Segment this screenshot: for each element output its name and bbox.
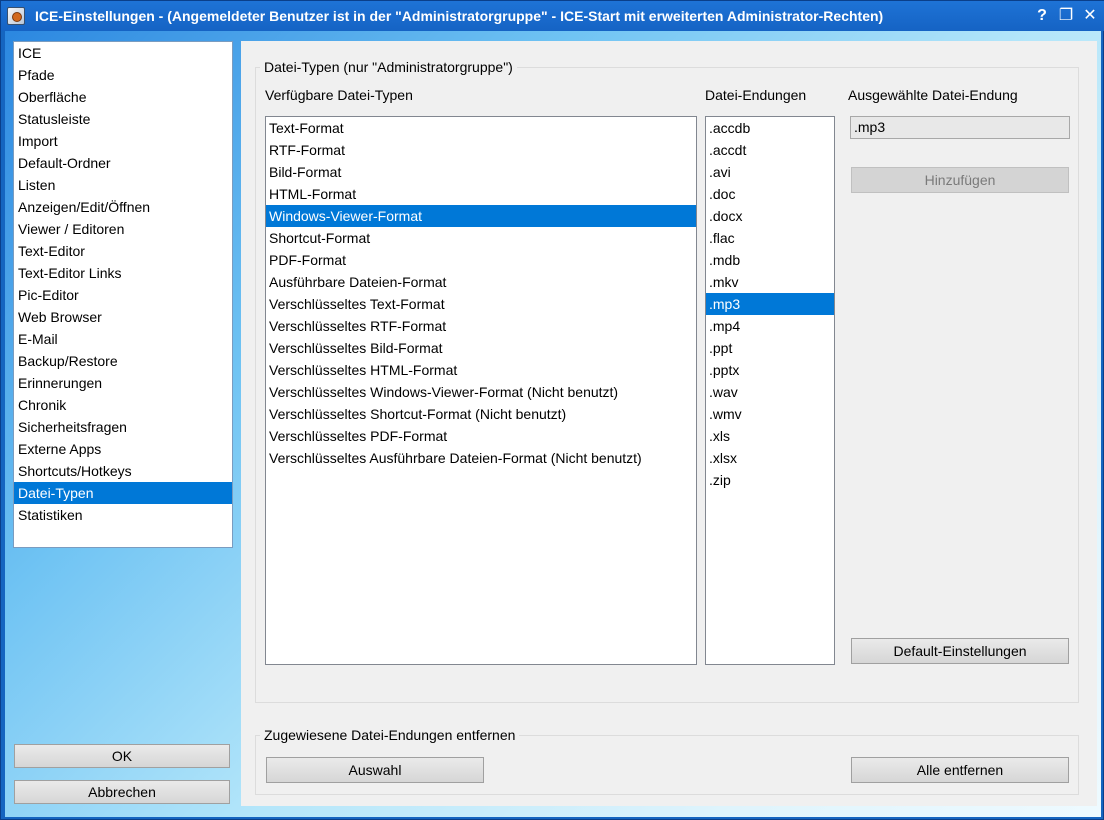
selected-extension-label: Ausgewählte Datei-Endung (848, 87, 1018, 103)
file-type-item[interactable]: PDF-Format (266, 249, 696, 271)
extension-item[interactable]: .doc (706, 183, 834, 205)
sidebar-item[interactable]: ICE (14, 42, 232, 64)
available-types-label: Verfügbare Datei-Typen (265, 87, 413, 103)
sidebar-item[interactable]: Externe Apps (14, 438, 232, 460)
file-type-item[interactable]: Verschlüsseltes HTML-Format (266, 359, 696, 381)
settings-window: ICE-Einstellungen - (Angemeldeter Benutz… (0, 0, 1104, 820)
client-area: ICE Pfade Oberfläche Statusleiste Import Defa… (5, 31, 1101, 817)
sidebar-item[interactable]: E-Mail (14, 328, 232, 350)
extension-item[interactable]: .mp4 (706, 315, 834, 337)
file-type-item[interactable]: Shortcut-Format (266, 227, 696, 249)
sidebar-item[interactable]: Viewer / Editoren (14, 218, 232, 240)
sidebar-item[interactable]: Text-Editor (14, 240, 232, 262)
app-icon[interactable] (7, 7, 25, 25)
file-types-panel: Datei-Typen (nur "Administratorgruppe") … (241, 41, 1097, 806)
available-types-list[interactable]: Text-Format RTF-Format Bild-Format HTML-For… (265, 116, 697, 665)
sidebar-item[interactable]: Erinnerungen (14, 372, 232, 394)
file-type-item[interactable]: Text-Format (266, 117, 696, 139)
extension-item[interactable]: .ppt (706, 337, 834, 359)
remove-all-button[interactable]: Alle entfernen (851, 757, 1069, 783)
extension-item[interactable]: .accdt (706, 139, 834, 161)
extension-item[interactable]: .accdb (706, 117, 834, 139)
sidebar-item[interactable]: Sicherheitsfragen (14, 416, 232, 438)
sidebar-item[interactable]: Listen (14, 174, 232, 196)
file-type-item[interactable]: RTF-Format (266, 139, 696, 161)
extension-item[interactable]: .mkv (706, 271, 834, 293)
sidebar-item[interactable]: Oberfläche (14, 86, 232, 108)
title-bar[interactable]: ICE-Einstellungen - (Angemeldeter Benutz… (1, 1, 1104, 31)
sidebar-item[interactable]: Shortcuts/Hotkeys (14, 460, 232, 482)
file-type-item[interactable]: Verschlüsseltes PDF-Format (266, 425, 696, 447)
default-settings-button[interactable]: Default-Einstellungen (851, 638, 1069, 664)
extension-item[interactable]: .xls (706, 425, 834, 447)
extension-item[interactable]: .wav (706, 381, 834, 403)
extension-item[interactable]: .mdb (706, 249, 834, 271)
cancel-button[interactable]: Abbrechen (14, 780, 230, 804)
restore-icon[interactable]: ❐ (1056, 5, 1076, 27)
file-type-item[interactable]: Verschlüsseltes RTF-Format (266, 315, 696, 337)
add-button[interactable]: Hinzufügen (851, 167, 1069, 193)
remove-group-title: Zugewiesene Datei-Endungen entfernen (260, 727, 520, 743)
sidebar-item[interactable]: Pic-Editor (14, 284, 232, 306)
ok-button[interactable]: OK (14, 744, 230, 768)
sidebar-item[interactable]: Import (14, 130, 232, 152)
close-icon[interactable]: ✕ (1080, 5, 1100, 27)
extension-item[interactable]: .pptx (706, 359, 834, 381)
file-type-item[interactable]: Verschlüsseltes Bild-Format (266, 337, 696, 359)
settings-category-list[interactable]: ICE Pfade Oberfläche Statusleiste Import Defa… (13, 41, 233, 548)
selected-extension-field[interactable]: .mp3 (850, 116, 1070, 139)
file-type-item[interactable]: Verschlüsseltes Windows-Viewer-Format (N… (266, 381, 696, 403)
file-type-item[interactable]: Windows-Viewer-Format (266, 205, 696, 227)
extension-item[interactable]: .mp3 (706, 293, 834, 315)
remove-selection-button[interactable]: Auswahl (266, 757, 484, 783)
sidebar-item[interactable]: Backup/Restore (14, 350, 232, 372)
sidebar-item[interactable]: Web Browser (14, 306, 232, 328)
extension-item[interactable]: .wmv (706, 403, 834, 425)
sidebar-item[interactable]: Datei-Typen (14, 482, 232, 504)
file-type-item[interactable]: Verschlüsseltes Text-Format (266, 293, 696, 315)
file-type-item[interactable]: Verschlüsseltes Shortcut-Format (Nicht b… (266, 403, 696, 425)
file-type-item[interactable]: HTML-Format (266, 183, 696, 205)
extensions-label: Datei-Endungen (705, 87, 807, 103)
window-title: ICE-Einstellungen - (Angemeldeter Benutz… (35, 8, 884, 24)
file-type-item[interactable]: Bild-Format (266, 161, 696, 183)
help-icon[interactable]: ? (1032, 5, 1052, 27)
extension-item[interactable]: .flac (706, 227, 834, 249)
sidebar-item[interactable]: Text-Editor Links (14, 262, 232, 284)
extensions-list[interactable]: .accdb .accdt .avi .doc .docx .flac .mdb .mkv .m… (705, 116, 835, 665)
file-type-item[interactable]: Verschlüsseltes Ausführbare Dateien-Form… (266, 447, 696, 469)
extension-item[interactable]: .avi (706, 161, 834, 183)
extension-item[interactable]: .zip (706, 469, 834, 491)
sidebar-item[interactable]: Statusleiste (14, 108, 232, 130)
extension-item[interactable]: .docx (706, 205, 834, 227)
sidebar-item[interactable]: Chronik (14, 394, 232, 416)
sidebar-item[interactable]: Anzeigen/Edit/Öffnen (14, 196, 232, 218)
sidebar-item[interactable]: Default-Ordner (14, 152, 232, 174)
file-types-group-title: Datei-Typen (nur "Administratorgruppe") (260, 59, 517, 75)
extension-item[interactable]: .xlsx (706, 447, 834, 469)
sidebar-item[interactable]: Pfade (14, 64, 232, 86)
file-type-item[interactable]: Ausführbare Dateien-Format (266, 271, 696, 293)
sidebar-item[interactable]: Statistiken (14, 504, 232, 526)
